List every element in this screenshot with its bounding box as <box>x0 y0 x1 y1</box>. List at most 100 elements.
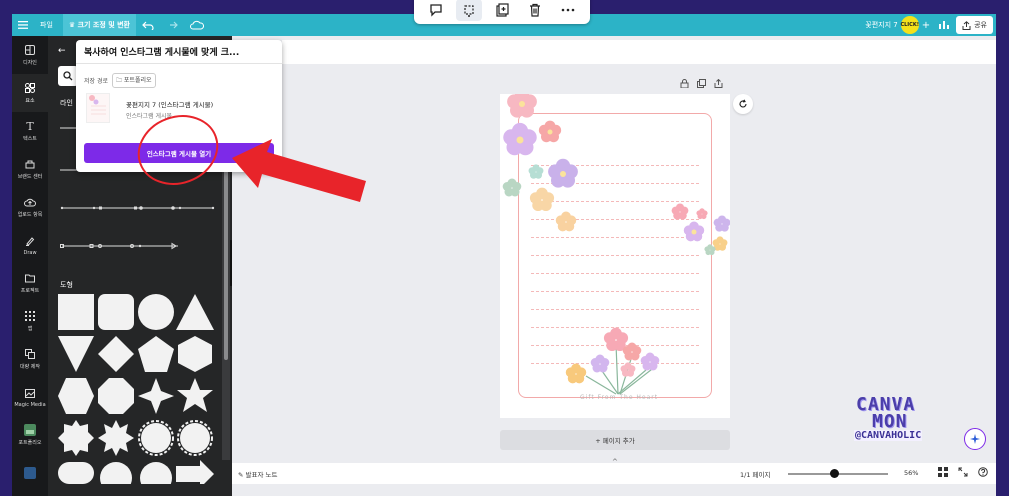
lines-section-title: 라인 <box>60 99 73 107</box>
rail-item-label: 브랜드 센터 <box>17 174 43 180</box>
topbar-right: 꽃편지지 7 CLICK! + 공유 <box>865 14 996 36</box>
cloud-save-icon[interactable] <box>184 14 210 36</box>
zoom-level[interactable]: 56% <box>904 469 918 477</box>
add-member-icon[interactable]: + <box>922 20 930 31</box>
rail-item-label: 텍스트 <box>23 136 37 142</box>
app-thumbnail-icon <box>24 467 36 479</box>
rail-item-portfolio[interactable]: 포트폴리오 <box>12 416 48 454</box>
project-name[interactable]: 꽃편지지 7 <box>865 20 897 30</box>
page-count[interactable]: 1/1 페이지 <box>740 469 770 479</box>
view-controls <box>938 467 988 477</box>
design-type: 인스타그램 게시물 <box>126 113 173 120</box>
search-icon[interactable] <box>58 66 78 86</box>
watermark-handle: @CANVAHOLIC <box>854 430 923 441</box>
layout-icon <box>24 44 36 56</box>
rail-item-apps[interactable]: 앱 <box>12 302 48 340</box>
folder-icon <box>24 272 36 284</box>
left-rail: 디자인 요소 T 텍스트 브랜드 센터 업로드 항목 Draw 프로젝트 앱 대량… <box>12 36 48 496</box>
bulk-icon <box>24 348 36 360</box>
page-caption: Gift From The Heart <box>580 394 659 401</box>
notes-label: 발표자 노트 <box>245 471 278 479</box>
rail-item-label: Magic Media <box>14 401 46 408</box>
apps-icon <box>24 310 36 322</box>
save-path-label: 저장 경로 <box>84 78 108 85</box>
select-icon[interactable] <box>456 0 483 21</box>
letter-page[interactable]: Gift From The Heart <box>500 94 730 418</box>
rail-item-uploads[interactable]: 업로드 항목 <box>12 188 48 226</box>
folder-label: 포트폴리오 <box>123 77 152 84</box>
resize-copy-popup: 복사하여 인스타그램 게시물에 맞게 크... 저장 경로 🗀 포트폴리오 꽃편… <box>76 40 282 172</box>
rail-item-elements[interactable]: 요소 <box>12 74 48 112</box>
upload-icon <box>24 196 36 208</box>
design-name: 꽃편지지 7 (인스타그램 게시물) <box>126 101 214 109</box>
open-instagram-post-button[interactable]: 인스타그램 게시물 열기 <box>84 143 274 163</box>
back-arrow-icon[interactable]: ← <box>58 46 66 56</box>
resize-button[interactable]: ♛ 크기 조정 및 변환 <box>62 14 136 36</box>
rail-item-text[interactable]: T 텍스트 <box>12 112 48 150</box>
rail-item-magic-media[interactable]: Magic Media <box>12 378 48 416</box>
rail-item-label: Draw <box>23 249 37 256</box>
rail-item-label: 디자인 <box>23 60 37 66</box>
zoom-slider-handle[interactable] <box>830 469 839 478</box>
rail-item-draw[interactable]: Draw <box>12 226 48 264</box>
app-frame: 파일 ♛ 크기 조정 및 변환 꽃편지지 7 CLICK! + 공유 디자인 요… <box>0 0 1009 496</box>
rail-item-label: 프로젝트 <box>20 288 40 294</box>
magic-sparkle-icon[interactable] <box>964 428 986 450</box>
more-options-icon[interactable] <box>555 0 581 21</box>
file-menu-button[interactable]: 파일 <box>34 14 59 36</box>
lock-icon[interactable] <box>680 79 689 88</box>
rail-item-extra[interactable] <box>12 454 48 492</box>
floating-toolbar <box>414 0 590 24</box>
grid-view-icon[interactable] <box>938 467 948 477</box>
flower-decorations <box>502 94 730 395</box>
comment-icon[interactable] <box>423 0 449 21</box>
presenter-notes-button[interactable]: ✎ 발표자 노트 <box>238 469 277 479</box>
share-button[interactable]: 공유 <box>956 16 993 34</box>
draw-icon <box>24 235 36 247</box>
undo-icon[interactable] <box>136 14 160 36</box>
portfolio-icon <box>24 424 36 436</box>
fullscreen-icon[interactable] <box>958 467 968 477</box>
rail-item-bulk-create[interactable]: 대량 제작 <box>12 340 48 378</box>
trash-icon[interactable] <box>522 0 548 21</box>
add-page-icon[interactable] <box>489 0 515 21</box>
folder-icon: 🗀 <box>116 77 124 84</box>
elements-icon <box>24 82 36 94</box>
share-icon <box>962 20 971 30</box>
rail-item-design[interactable]: 디자인 <box>12 36 48 74</box>
folder-chip[interactable]: 🗀 포트폴리오 <box>112 73 156 88</box>
popup-title: 복사하여 인스타그램 게시물에 맞게 크... <box>84 48 240 58</box>
rail-item-label: 업로드 항목 <box>17 212 43 218</box>
rail-item-label: 앱 <box>27 326 33 332</box>
line-sample-arrows[interactable] <box>60 242 180 250</box>
design-thumbnail <box>86 93 110 123</box>
notes-icon: ✎ <box>238 471 246 479</box>
insights-icon[interactable] <box>938 19 950 31</box>
help-icon[interactable] <box>978 467 988 477</box>
shapes-section-title: 도형 <box>60 281 73 289</box>
rail-item-label: 요소 <box>25 98 35 104</box>
editor-context-bar <box>282 40 996 64</box>
refresh-icon[interactable] <box>733 94 753 114</box>
share-label: 공유 <box>974 21 987 29</box>
menu-icon[interactable] <box>12 14 34 36</box>
redo-icon[interactable] <box>160 14 184 36</box>
watermark-subtitle: MON <box>872 411 908 432</box>
brand-icon <box>24 158 36 170</box>
text-icon: T <box>26 119 34 133</box>
save-path: 저장 경로 🗀 포트폴리오 <box>84 73 156 88</box>
line-sample-dots[interactable] <box>60 204 216 212</box>
popup-divider <box>76 63 282 64</box>
duplicate-icon[interactable] <box>697 79 706 88</box>
share-page-icon[interactable] <box>714 79 723 88</box>
rail-item-label: 포트폴리오 <box>18 440 42 446</box>
rail-item-brand[interactable]: 브랜드 센터 <box>12 150 48 188</box>
avatar[interactable]: CLICK! <box>900 16 919 34</box>
bottom-bar: ✎ 발표자 노트 1/1 페이지 56% <box>232 463 996 484</box>
rail-item-label: 대량 제작 <box>20 364 40 370</box>
magic-media-icon <box>24 387 36 399</box>
rail-item-projects[interactable]: 프로젝트 <box>12 264 48 302</box>
shapes-grid[interactable] <box>58 294 216 484</box>
page-actions <box>680 79 723 88</box>
add-page-button[interactable]: + 페이지 추가 <box>500 430 730 450</box>
